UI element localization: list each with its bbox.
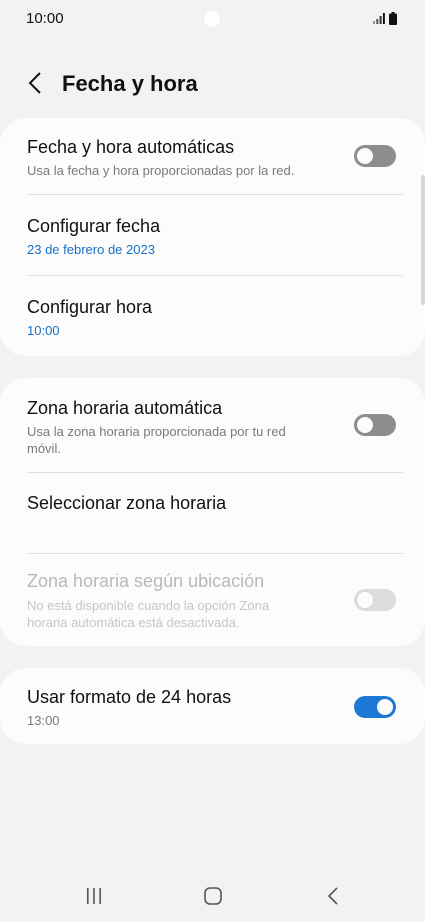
select-time-zone-row[interactable]: Seleccionar zona horaria (0, 473, 425, 553)
select-time-zone-title: Seleccionar zona horaria (27, 493, 227, 513)
app-header: Fecha y hora (0, 60, 425, 106)
nav-back-button[interactable] (313, 882, 353, 910)
use-24h-row[interactable]: Usar formato de 24 horas 13:00 (0, 668, 425, 744)
back-button[interactable] (20, 66, 50, 100)
use-24h-value: 13:00 (27, 713, 60, 728)
battery-icon (389, 12, 397, 25)
use-24h-title: Usar formato de 24 horas (27, 687, 232, 707)
chevron-left-icon (28, 72, 41, 94)
recents-button[interactable] (74, 882, 114, 910)
set-date-value: 23 de febrero de 2023 (27, 242, 155, 257)
use-24h-toggle[interactable] (354, 696, 396, 718)
toggle-knob (355, 415, 375, 435)
back-icon (327, 887, 338, 905)
time-format-card: Usar formato de 24 horas 13:00 (0, 668, 425, 744)
location-time-zone-summary-line1: No está disponible cuando la opción Zona (27, 598, 270, 613)
location-time-zone-summary-line2: horaria automática está desactivada. (27, 615, 240, 630)
location-time-zone-row: Zona horaria según ubicación No está dis… (0, 554, 425, 646)
toggle-knob (375, 697, 395, 717)
auto-date-time-row[interactable]: Fecha y hora automáticas Usa la fecha y … (0, 118, 425, 194)
date-time-card: Fecha y hora automáticas Usa la fecha y … (0, 118, 425, 356)
auto-time-zone-summary-line1: Usa la zona horaria proporcionada por tu… (27, 424, 286, 439)
scroll-indicator[interactable] (421, 175, 425, 305)
signal-icon (373, 13, 385, 24)
auto-date-time-summary: Usa la fecha y hora proporcionadas por l… (27, 163, 295, 178)
set-time-title: Configurar hora (27, 297, 153, 317)
home-icon (204, 887, 222, 905)
auto-time-zone-toggle[interactable] (354, 414, 396, 436)
auto-date-time-title: Fecha y hora automáticas (27, 137, 235, 157)
set-time-row[interactable]: Configurar hora 10:00 (0, 276, 425, 356)
location-time-zone-toggle (354, 589, 396, 611)
set-time-value: 10:00 (27, 323, 60, 338)
camera-cutout (204, 11, 220, 27)
navigation-bar (0, 868, 425, 922)
auto-time-zone-summary-line2: móvil. (27, 441, 61, 456)
set-date-title: Configurar fecha (27, 216, 161, 236)
recents-icon (87, 888, 101, 904)
location-time-zone-title: Zona horaria según ubicación (27, 571, 265, 591)
time-zone-card: Zona horaria automática Usa la zona hora… (0, 378, 425, 646)
auto-date-time-toggle[interactable] (354, 145, 396, 167)
status-bar: 10:00 (0, 0, 425, 38)
home-button[interactable] (193, 882, 233, 910)
page-title: Fecha y hora (62, 71, 198, 96)
toggle-knob (355, 590, 375, 610)
auto-time-zone-title: Zona horaria automática (27, 398, 223, 418)
set-date-row[interactable]: Configurar fecha 23 de febrero de 2023 (0, 195, 425, 275)
toggle-knob (355, 146, 375, 166)
auto-time-zone-row[interactable]: Zona horaria automática Usa la zona hora… (0, 378, 425, 472)
status-time: 10:00 (26, 10, 64, 27)
status-icons (373, 12, 397, 25)
